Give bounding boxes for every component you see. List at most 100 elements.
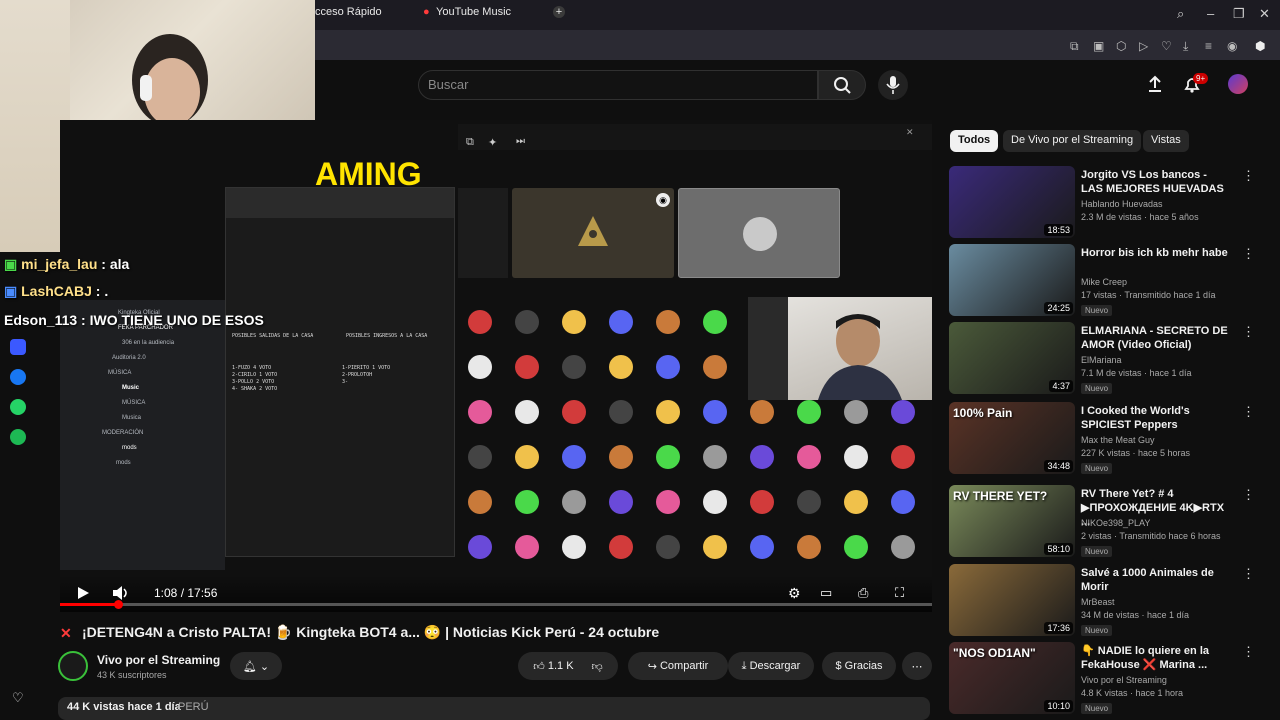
participant-avatar[interactable] <box>505 490 549 516</box>
participant-avatar[interactable] <box>787 490 831 516</box>
heart-icon[interactable]: ♡ <box>1161 39 1172 53</box>
play-icon[interactable] <box>76 586 90 600</box>
player-icon[interactable]: ▷ <box>1139 39 1148 53</box>
download-icon[interactable]: ⤓ <box>1183 39 1188 54</box>
discord-item[interactable]: MÚSICA <box>66 366 216 381</box>
account-icon[interactable]: ◉ <box>1227 39 1237 53</box>
like-icon[interactable]: 👍︎ <box>533 660 545 673</box>
participant-avatar[interactable] <box>740 535 784 561</box>
recommendation-item[interactable]: 18:53 Jorgito VS Los bancos - LAS MEJORES… <box>949 166 1269 242</box>
participant-avatar[interactable] <box>693 355 737 381</box>
popout-icon[interactable]: ⧉ <box>466 136 474 149</box>
vpn-icon[interactable]: ⬡ <box>1116 39 1126 53</box>
maximize-button[interactable]: ❐ <box>1233 6 1245 22</box>
kebab-menu-icon[interactable]: ⋮ <box>1242 404 1255 420</box>
participant-avatar[interactable] <box>599 490 643 516</box>
messenger-icon[interactable] <box>10 369 26 385</box>
rec-channel[interactable]: ElMariana <box>1081 354 1122 366</box>
search-input[interactable]: Buscar <box>428 77 468 92</box>
video-thumbnail[interactable]: 4:37 <box>949 322 1075 394</box>
rec-channel[interactable]: Vivo por el Streaming <box>1081 674 1167 686</box>
discord-item[interactable]: Music <box>66 381 216 396</box>
chip-all[interactable]: Todos <box>950 130 999 152</box>
participant-avatar[interactable] <box>552 400 596 426</box>
close-window-button[interactable]: ✕ <box>1259 6 1270 22</box>
participant-avatar[interactable] <box>599 355 643 381</box>
participant-avatar[interactable] <box>599 400 643 426</box>
progress-handle[interactable] <box>114 600 123 609</box>
fullscreen-icon[interactable]: ⛶ <box>895 585 904 601</box>
tab-acceso-rapido[interactable]: cceso Rápido <box>315 6 382 18</box>
volume-icon[interactable] <box>112 585 130 601</box>
participant-avatar[interactable] <box>881 490 925 516</box>
participant-avatar[interactable] <box>693 535 737 561</box>
effects-icon[interactable]: ✦ <box>488 136 497 149</box>
cast-icon[interactable]: ⎙ <box>858 585 868 601</box>
new-tab-button[interactable]: + <box>553 6 565 18</box>
recommendation-item[interactable]: 58:10 RV THERE YET? RV There Yet? # 4 ▶ПРО… <box>949 485 1269 561</box>
participant-avatar[interactable] <box>458 355 502 381</box>
minimize-button[interactable]: – <box>1207 6 1214 21</box>
participant-avatar[interactable] <box>505 535 549 561</box>
participant-avatar[interactable] <box>458 445 502 471</box>
participant-avatar[interactable] <box>740 445 784 471</box>
rec-title[interactable]: Horror bis ich kb mehr habe <box>1081 246 1231 260</box>
participant-avatar[interactable] <box>646 400 690 426</box>
video-thumbnail[interactable]: 34:48 100% Pain <box>949 402 1075 474</box>
participant-avatar[interactable] <box>458 490 502 516</box>
participant-avatar[interactable] <box>787 400 831 426</box>
participant-avatar[interactable] <box>646 355 690 381</box>
channel-avatar[interactable] <box>58 651 88 681</box>
rec-title[interactable]: ELMARIANA - SECRETO DE AMOR (Video Ofici… <box>1081 324 1231 352</box>
participant-avatar[interactable] <box>740 400 784 426</box>
recommendation-item[interactable]: 4:37 ELMARIANA - SECRETO DE AMOR (Video O… <box>949 322 1269 398</box>
discord-item[interactable]: Auditoria 2.0 <box>66 351 216 366</box>
participant-avatar[interactable] <box>505 400 549 426</box>
search-button[interactable] <box>818 70 866 100</box>
recommendation-item[interactable]: 17:36 Salvé a 1000 Animales de Morir MrBea… <box>949 564 1269 640</box>
participant-avatar[interactable] <box>458 310 502 336</box>
chip-viewed[interactable]: Vistas <box>1143 130 1189 152</box>
more-actions-button[interactable]: ⋯ <box>902 652 932 680</box>
kebab-menu-icon[interactable]: ⋮ <box>1242 644 1255 660</box>
video-thumbnail[interactable]: 24:25 <box>949 244 1075 316</box>
participant-avatar[interactable] <box>834 490 878 516</box>
participant-avatar[interactable] <box>834 445 878 471</box>
rec-title[interactable]: Jorgito VS Los bancos - LAS MEJORES HUEV… <box>1081 168 1231 196</box>
participant-avatar[interactable] <box>881 445 925 471</box>
notifications-button[interactable]: 🔔︎ ⌄ <box>230 652 282 680</box>
kebab-menu-icon[interactable]: ⋮ <box>1242 246 1255 262</box>
participant-avatar[interactable] <box>458 535 502 561</box>
dislike-icon[interactable]: 👎︎ <box>592 660 603 673</box>
participant-avatar[interactable] <box>458 400 502 426</box>
participant-avatar[interactable] <box>505 310 549 336</box>
settings-icon[interactable]: ⚙ <box>788 585 801 602</box>
participant-avatar[interactable] <box>646 535 690 561</box>
rec-title[interactable]: I Cooked the World's SPICIEST Peppers <box>1081 404 1231 432</box>
participant-avatar[interactable] <box>881 535 925 561</box>
participant-avatar[interactable] <box>552 445 596 471</box>
rec-title[interactable]: 👇 NADIE lo quiere en la FekaHouse ❌ Mari… <box>1081 644 1231 672</box>
screenshot-icon[interactable]: ⧉ <box>1070 39 1079 54</box>
participant-avatar[interactable] <box>646 490 690 516</box>
download-button[interactable]: ⤓ Descargar <box>728 652 814 680</box>
rec-title[interactable]: Salvé a 1000 Animales de Morir <box>1081 566 1231 594</box>
participant-avatar[interactable] <box>552 310 596 336</box>
recommendation-item[interactable]: 24:25 Horror bis ich kb mehr habe Mike Cre… <box>949 244 1269 320</box>
video-thumbnail[interactable]: 10:10 "NOS OD1AN" <box>949 642 1075 714</box>
participant-avatar[interactable] <box>552 355 596 381</box>
participant-avatar[interactable] <box>881 400 925 426</box>
avatar[interactable] <box>1228 74 1248 94</box>
search-tabs-icon[interactable]: ⌕ <box>1177 6 1184 22</box>
wallet-icon[interactable]: ▣ <box>1093 39 1104 53</box>
participant-avatar[interactable] <box>599 310 643 336</box>
video-thumbnail[interactable]: 17:36 <box>949 564 1075 636</box>
discord-item[interactable]: MODERACIÓN <box>66 426 216 441</box>
kebab-menu-icon[interactable]: ⋮ <box>1242 487 1255 503</box>
discord-item[interactable]: mods <box>66 456 216 471</box>
heart-icon[interactable]: ♡ <box>12 690 24 706</box>
share-button[interactable]: ↪ Compartir <box>628 652 728 680</box>
extensions-icon[interactable]: ⬢ <box>1255 39 1265 53</box>
participant-avatar[interactable] <box>599 535 643 561</box>
rec-channel[interactable]: Mike Creep <box>1081 276 1127 288</box>
